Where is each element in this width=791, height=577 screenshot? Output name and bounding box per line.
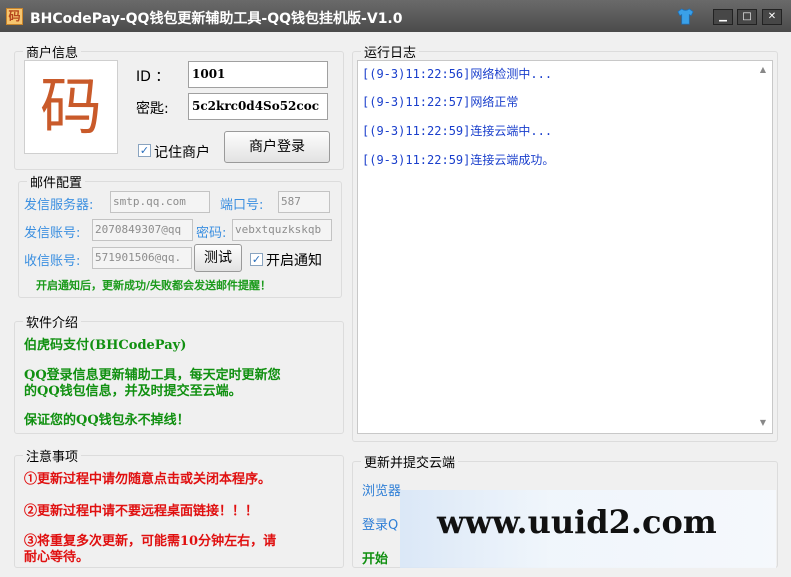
- id-label: ID ：: [136, 69, 170, 85]
- merchant-logo: 码: [24, 60, 118, 154]
- intro-desc-line2: 的QQ钱包信息，并及时提交至云端。: [24, 384, 242, 399]
- port-input[interactable]: 587: [278, 191, 330, 213]
- update-group-label: 更新并提交云端: [364, 456, 456, 471]
- start-option[interactable]: 开始: [362, 548, 388, 567]
- app-icon: 码: [6, 8, 23, 25]
- receiver-account-label: 收信账号:: [24, 254, 81, 269]
- merchant-login-button[interactable]: 商户登录: [224, 131, 330, 163]
- notice-group-label: 注意事项: [26, 450, 79, 465]
- intro-group-label: 软件介绍: [26, 316, 79, 331]
- log-line: [(9-3)11:22:59]连接云端成功。: [362, 153, 555, 167]
- sender-account-label: 发信账号:: [24, 226, 81, 241]
- intro-product-name: 伯虎码支付(BHCodePay): [24, 338, 187, 353]
- log-line: [(9-3)11:22:57]网络正常: [362, 95, 519, 109]
- enable-notify-checkbox[interactable]: ✓: [250, 253, 263, 266]
- key-input[interactable]: 5c2krc0d4So52coc: [188, 93, 328, 120]
- intro-guarantee: 保证您的QQ钱包永不掉线！: [24, 413, 190, 428]
- login-qq-option[interactable]: 登录Q: [362, 514, 398, 533]
- remember-merchant-checkbox[interactable]: ✓: [138, 144, 151, 157]
- minimize-icon[interactable]: ▁: [713, 9, 733, 25]
- mail-group-label: 邮件配置: [30, 176, 83, 191]
- port-label: 端口号:: [220, 198, 264, 213]
- window-title: BHCodePay-QQ钱包更新辅助工具-QQ钱包挂机版-V1.0: [30, 11, 403, 27]
- receiver-account-input[interactable]: 571901506@qq.: [92, 247, 192, 269]
- smtp-server-input[interactable]: smtp.qq.com: [110, 191, 210, 213]
- log-line: [(9-3)11:22:56]网络检测中...: [362, 67, 553, 81]
- notice-item-1: ①更新过程中请勿随意点击或关闭本程序。: [24, 472, 272, 487]
- log-textarea[interactable]: [(9-3)11:22:56]网络检测中... [(9-3)11:22:57]网…: [357, 60, 773, 434]
- id-input[interactable]: 1001: [188, 61, 328, 88]
- enable-notify-label: 开启通知: [266, 253, 322, 269]
- log-line: [(9-3)11:22:59]连接云端中...: [362, 124, 553, 138]
- remember-merchant-label: 记住商户: [154, 145, 210, 161]
- mail-password-label: 密码:: [196, 226, 227, 241]
- browser-option[interactable]: 浏览器: [362, 480, 401, 499]
- skin-shirt-icon[interactable]: [676, 7, 695, 26]
- sender-account-input[interactable]: 2070849307@qq: [92, 219, 193, 241]
- mail-password-input[interactable]: vebxtquzkskqb: [232, 219, 332, 241]
- scroll-down-arrow-icon[interactable]: ▼: [760, 418, 766, 427]
- close-icon[interactable]: ✕: [762, 9, 782, 25]
- maximize-icon[interactable]: □: [737, 9, 757, 25]
- notify-note: 开启通知后，更新成功/失败都会发送邮件提醒！: [36, 279, 272, 292]
- notice-item-2: ②更新过程中请不要远程桌面链接！！！: [24, 504, 259, 519]
- watermark-text: www.uuid2.com: [437, 503, 717, 541]
- log-group-label: 运行日志: [364, 46, 417, 61]
- scroll-up-arrow-icon[interactable]: ▲: [760, 65, 766, 74]
- notice-item-3-line2: 耐心等待。: [24, 550, 90, 565]
- test-mail-button[interactable]: 测试: [194, 244, 242, 272]
- key-label: 密匙:: [136, 101, 169, 117]
- title-bar[interactable]: 码 BHCodePay-QQ钱包更新辅助工具-QQ钱包挂机版-V1.0 ▁ □ …: [0, 0, 791, 32]
- merchant-group-label: 商户信息: [26, 46, 79, 61]
- smtp-server-label: 发信服务器:: [24, 198, 94, 213]
